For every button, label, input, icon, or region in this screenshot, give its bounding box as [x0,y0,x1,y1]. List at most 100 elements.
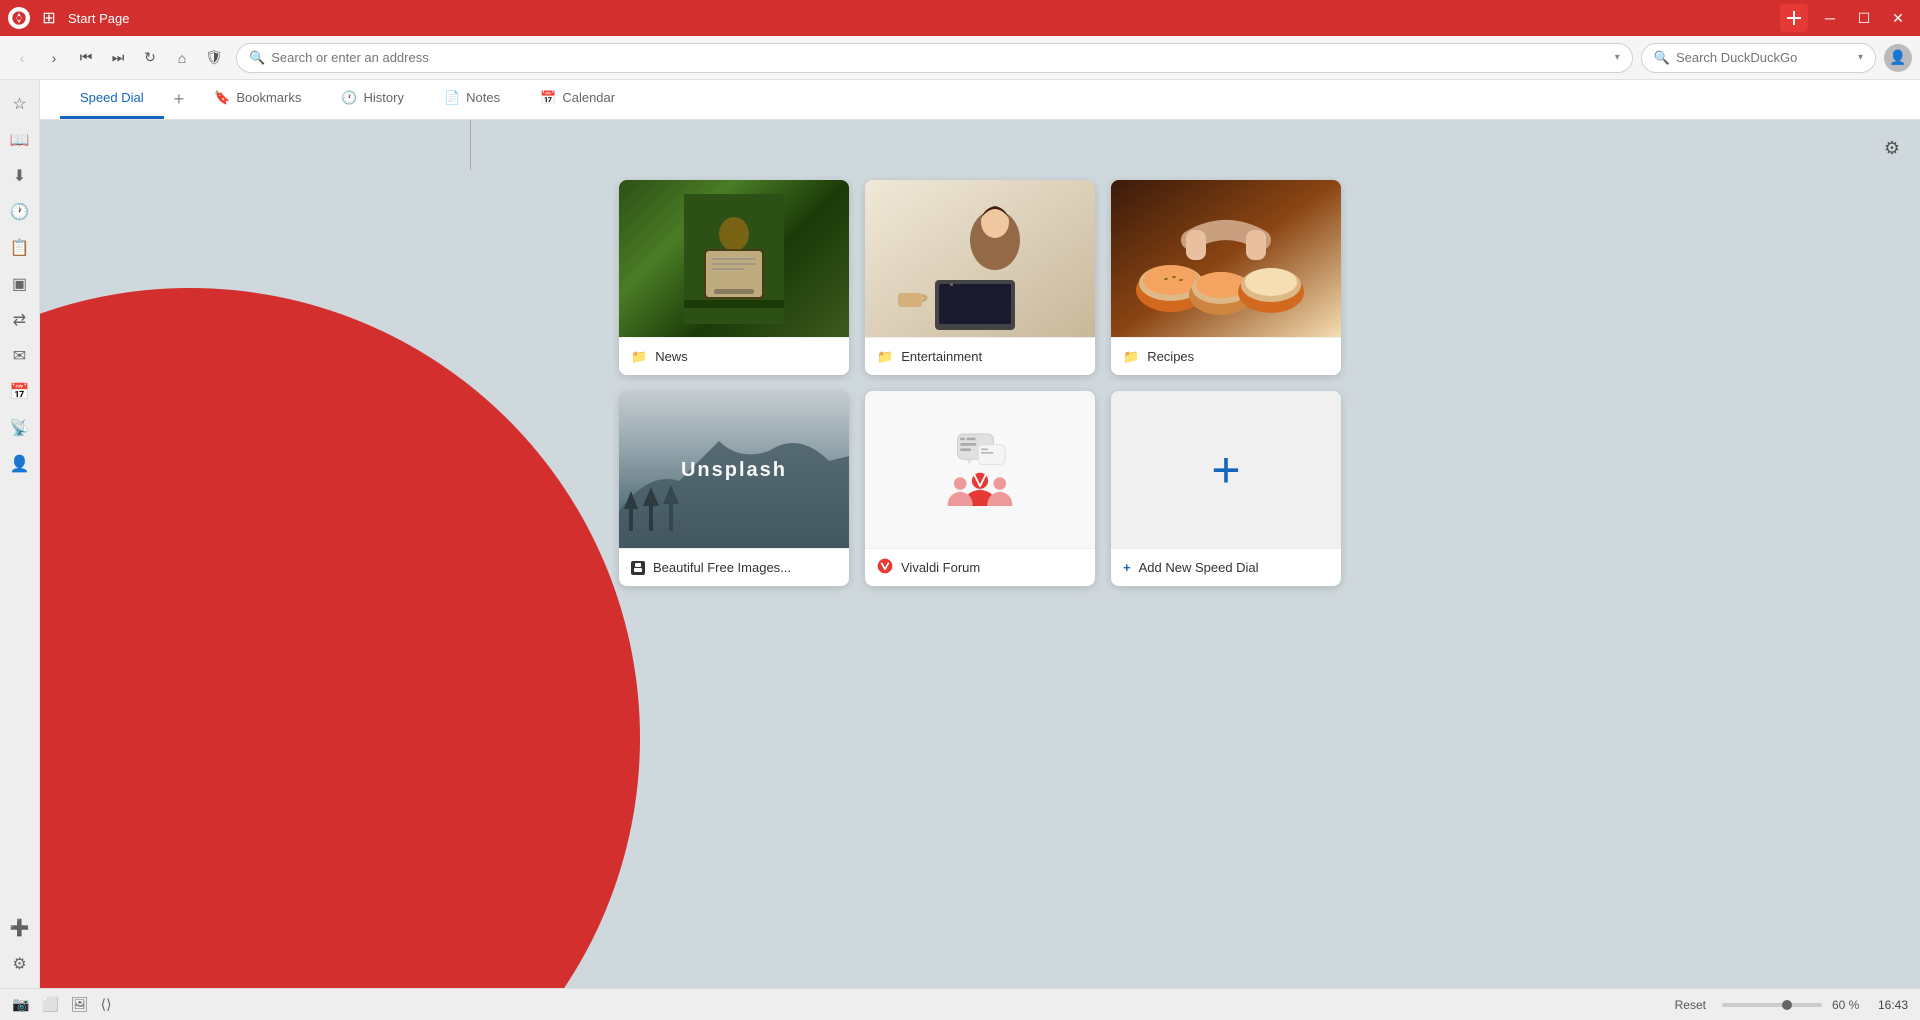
search-icon: 🔍 [249,50,265,66]
bookmarks-tab-label: Bookmarks [236,90,301,105]
tabs-bar: Speed Dial + 🔖 Bookmarks 🕐 History 📄 Not… [40,80,1920,120]
app-logo [8,7,30,29]
add-new-image-bg: + [1111,391,1341,548]
window-controls: ─ ☐ ✕ [1816,4,1912,32]
tab-notes[interactable]: 📄 Notes [424,79,520,119]
window-title: Start Page [68,11,1772,26]
reload-button[interactable]: ↻ [136,44,164,72]
translate-sidebar-icon[interactable]: ⇄ [4,304,36,336]
calendar-sidebar-icon[interactable]: 📅 [4,376,36,408]
news-card-image [619,180,849,337]
vivaldi-forum-icon [877,558,893,577]
feed-sidebar-icon[interactable]: 📡 [4,412,36,444]
status-left: 📷 ⬜ 🖼 ⟨⟩ [12,996,112,1013]
tab-calendar[interactable]: 📅 Calendar [520,79,635,119]
bookmarks-sidebar-icon[interactable]: ☆ [4,88,36,120]
downloads-sidebar-icon[interactable]: ⬇ [4,160,36,192]
notes-sidebar-icon[interactable]: 📋 [4,232,36,264]
forward-button[interactable]: › [40,44,68,72]
news-image-bg [619,180,849,337]
reader-sidebar-icon[interactable]: 📖 [4,124,36,156]
tab-add-button[interactable]: + [164,79,195,119]
search-input[interactable] [1676,50,1852,65]
entertainment-image-svg [865,180,1095,337]
zoom-reset-button[interactable]: Reset [1669,996,1712,1014]
speed-dial-news[interactable]: 📁 News [619,180,849,375]
address-dropdown-arrow[interactable]: ▾ [1615,52,1620,63]
recipes-card-label: 📁 Recipes [1111,337,1341,375]
skip-back-button[interactable]: ⏮ [72,44,100,72]
address-input[interactable] [271,50,1609,65]
title-bar: ⊞ Start Page ─ ☐ ✕ [0,0,1920,36]
calendar-tab-label: Calendar [562,90,615,105]
entertainment-label-text: Entertainment [901,349,982,364]
entertainment-card-label: 📁 Entertainment [865,337,1095,375]
speed-dial-vivaldi-forum[interactable]: Vivaldi Forum [865,391,1095,586]
status-right: Reset 60 % 16:43 [1669,996,1908,1014]
vivaldi-forum-image-svg [935,425,1025,515]
unsplash-card-image: Unsplash [619,391,849,548]
vivaldi-forum-image-bg [865,391,1095,548]
add-new-label-text: Add New Speed Dial [1139,560,1259,575]
recipes-card-image [1111,180,1341,337]
recipes-label-text: Recipes [1147,349,1194,364]
maximize-button[interactable]: ☐ [1850,4,1878,32]
speed-dial-recipes[interactable]: 📁 Recipes [1111,180,1341,375]
unsplash-card-label: Beautiful Free Images... [619,548,849,586]
zoom-slider-thumb[interactable] [1782,1000,1792,1010]
sidebar-settings-icon[interactable]: ⚙ [4,948,36,980]
apps-grid-icon[interactable]: ⊞ [38,7,60,29]
address-input-wrap[interactable]: 🔍 ▾ [236,43,1633,73]
speed-dial-unsplash[interactable]: Unsplash Beautiful Free Images... [619,391,849,586]
history-sidebar-icon[interactable]: 🕐 [4,196,36,228]
add-new-plus-label-icon: + [1123,560,1131,575]
search-bar-icon: 🔍 [1654,50,1670,66]
history-icon: 🕐 [341,90,357,106]
unsplash-icon [631,561,645,575]
sidebar: ☆ 📖 ⬇ 🕐 📋 ▣ ⇄ ✉ 📅 📡 👤 ➕ ⚙ [0,80,40,988]
add-panel-sidebar-icon[interactable]: ➕ [4,912,36,944]
news-folder-icon: 📁 [631,349,647,365]
notes-icon: 📄 [444,90,460,106]
profile-button[interactable]: 👤 [1884,44,1912,72]
entertainment-image-bg [865,180,1095,337]
speed-dial-entertainment[interactable]: 📁 Entertainment [865,180,1095,375]
history-tab-label: History [364,90,404,105]
mail-sidebar-icon[interactable]: ✉ [4,340,36,372]
tab-speed-dial[interactable]: Speed Dial [60,79,164,119]
news-card-label: 📁 News [619,337,849,375]
bookmarks-icon: 🔖 [214,90,230,106]
recipes-image-svg [1111,180,1341,337]
add-plus-icon: + [1211,445,1240,495]
add-new-card-image: + [1111,391,1341,548]
speed-dial-row-1: 📁 News [619,180,1341,375]
status-window-icon[interactable]: ⬜ [41,996,58,1013]
search-dropdown-arrow[interactable]: ▾ [1858,52,1863,63]
skip-forward-button[interactable]: ⏭ [104,44,132,72]
back-button[interactable]: ‹ [8,44,36,72]
speed-dial-add-new[interactable]: + + Add New Speed Dial [1111,391,1341,586]
notes-tab-label: Notes [466,90,500,105]
speed-dial-row-2: Unsplash Beautiful Free Images... [619,391,1341,586]
status-camera-icon[interactable]: 📷 [12,996,29,1013]
entertainment-card-image [865,180,1095,337]
speed-dial-grid: 📁 News [40,160,1920,606]
search-bar[interactable]: 🔍 ▾ [1641,43,1876,73]
unsplash-image-svg: Unsplash [619,391,849,548]
panels-sidebar-icon[interactable]: ▣ [4,268,36,300]
entertainment-folder-icon: 📁 [877,349,893,365]
contacts-sidebar-icon[interactable]: 👤 [4,448,36,480]
recipes-folder-icon: 📁 [1123,349,1139,365]
shield-icon[interactable]: 🛡 [200,44,228,72]
home-button[interactable]: ⌂ [168,44,196,72]
main-content: ⚙ [40,120,1920,988]
close-button[interactable]: ✕ [1884,4,1912,32]
minimize-button[interactable]: ─ [1816,4,1844,32]
status-image-icon[interactable]: 🖼 [71,996,89,1013]
vivaldi-forum-label-text: Vivaldi Forum [901,560,980,575]
new-tab-button[interactable] [1780,4,1808,32]
tab-bookmarks[interactable]: 🔖 Bookmarks [194,79,321,119]
zoom-slider[interactable] [1722,1003,1822,1007]
tab-history[interactable]: 🕐 History [321,79,424,119]
status-code-icon[interactable]: ⟨⟩ [101,996,112,1013]
